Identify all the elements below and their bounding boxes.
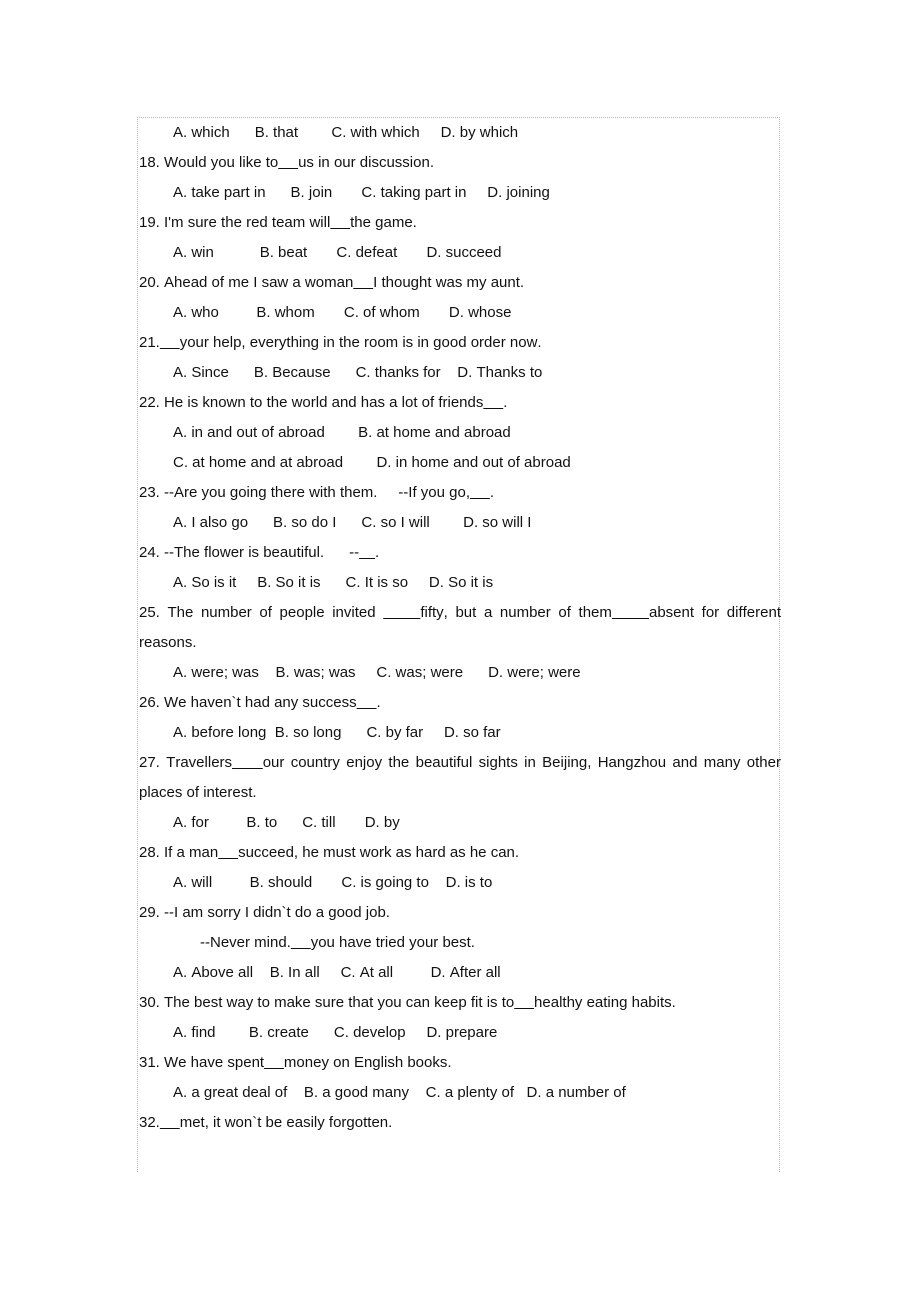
question-stem: 26. We haven`t had any success . xyxy=(139,694,381,711)
option-row: C. at home and at abroad D. in home and … xyxy=(173,454,571,471)
answer-blank xyxy=(218,844,238,861)
answer-blank xyxy=(359,544,375,561)
worksheet-body: A. which B. that C. with which D. by whi… xyxy=(138,118,783,1138)
option-row: A. take part in B. join C. taking part i… xyxy=(173,184,550,201)
answer-blank xyxy=(264,1054,284,1071)
question-stem: 18. Would you like to us in our discussi… xyxy=(139,154,434,171)
option-row: A. in and out of abroad B. at home and a… xyxy=(173,424,511,441)
question-stem: 31. We have spent money on English books… xyxy=(139,1054,452,1071)
question-stem-continuation: reasons. xyxy=(139,634,197,651)
option-row: A. a great deal of B. a good many C. a p… xyxy=(173,1084,626,1101)
answer-blank xyxy=(514,994,534,1011)
option-row: A. Above all B. In all C. At all D. Afte… xyxy=(173,964,501,981)
dialogue-reply: --Never mind. you have tried your best. xyxy=(200,934,475,951)
answer-blank xyxy=(383,604,420,621)
answer-blank xyxy=(470,484,490,501)
option-row: A. for B. to C. till D. by xyxy=(173,814,400,831)
answer-blank xyxy=(353,274,373,291)
question-stem: 23. --Are you going there with them. --I… xyxy=(139,484,495,501)
answer-blank xyxy=(278,154,298,171)
answer-blank xyxy=(612,604,649,621)
option-row: A. were; was B. was; was C. was; were D.… xyxy=(173,664,581,681)
answer-blank xyxy=(160,334,180,351)
question-stem: 20. Ahead of me I saw a woman I thought … xyxy=(139,274,525,291)
option-row: A. which B. that C. with which D. by whi… xyxy=(173,124,519,141)
option-row: A. before long B. so long C. by far D. s… xyxy=(173,724,501,741)
question-stem: 30. The best way to make sure that you c… xyxy=(139,994,676,1011)
option-row: A. who B. whom C. of whom D. whose xyxy=(173,304,512,321)
option-row: A. So is it B. So it is C. It is so D. S… xyxy=(173,574,494,591)
option-row: A. find B. create C. develop D. prepare xyxy=(173,1024,498,1041)
answer-blank xyxy=(330,214,350,231)
answer-blank xyxy=(357,694,377,711)
question-stem: 25. The number of people invited fifty, … xyxy=(139,604,781,621)
question-stem-continuation: places of interest. xyxy=(139,784,257,801)
question-stem: 19. I'm sure the red team will the game. xyxy=(139,214,417,231)
option-row: A. win B. beat C. defeat D. succeed xyxy=(173,244,502,261)
answer-blank xyxy=(232,754,263,771)
question-stem: 22. He is known to the world and has a l… xyxy=(139,394,508,411)
option-row: A. I also go B. so do I C. so I will D. … xyxy=(173,514,532,531)
answer-blank xyxy=(483,394,503,411)
option-row: A. Since B. Because C. thanks for D. Tha… xyxy=(173,364,543,381)
question-stem: 28. If a man succeed, he must work as ha… xyxy=(139,844,520,861)
question-stem: 29. --I am sorry I didn`t do a good job. xyxy=(139,904,390,921)
option-row: A. will B. should C. is going to D. is t… xyxy=(173,874,493,891)
question-stem: 21. your help, everything in the room is… xyxy=(139,334,542,351)
answer-blank xyxy=(291,934,311,951)
answer-blank xyxy=(160,1114,180,1131)
question-stem: 24. --The flower is beautiful. -- . xyxy=(139,544,380,561)
question-stem: 27. Travellers our country enjoy the bea… xyxy=(139,754,781,771)
question-stem: 32. met, it won`t be easily forgotten. xyxy=(139,1114,393,1131)
